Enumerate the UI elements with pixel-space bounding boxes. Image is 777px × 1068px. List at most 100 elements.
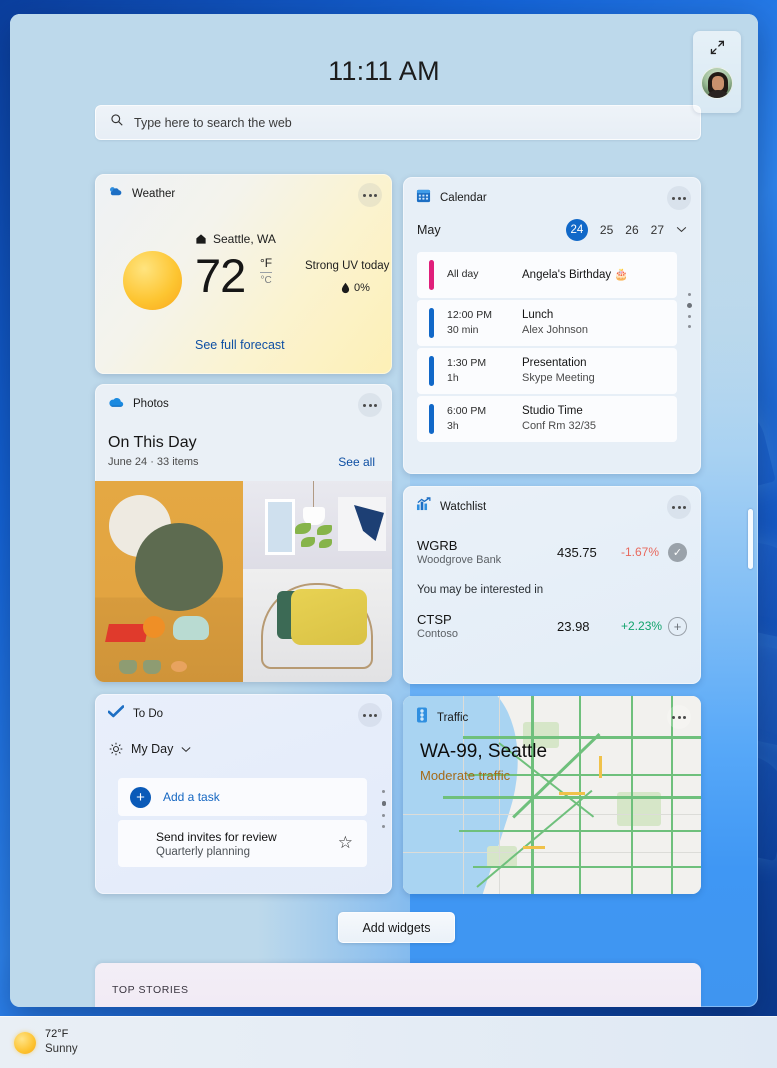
- stock-company: Contoso: [417, 628, 458, 640]
- widget-todo-title: To Do: [133, 708, 164, 720]
- chevron-down-icon: [181, 746, 191, 752]
- table-row[interactable]: 1:30 PM 1h Presentation Skype Meeting: [417, 348, 677, 394]
- search-placeholder: Type here to search the web: [134, 115, 292, 130]
- widgets-panel: 11:11 AM Type here to search the web Wea…: [10, 14, 758, 1007]
- calendar-event-list: All day Angela's Birthday 🎂 12:00 PM 30 …: [417, 252, 677, 442]
- clock: 11:11 AM: [328, 56, 440, 86]
- top-stories-label: TOP STORIES: [112, 984, 189, 996]
- check-icon[interactable]: ✓: [668, 542, 687, 562]
- weather-uv-text: Strong UV today: [305, 260, 390, 272]
- weather-precipitation: 0%: [341, 282, 370, 294]
- taskbar-weather-widget[interactable]: 72°F Sunny: [0, 1017, 92, 1068]
- search-input[interactable]: Type here to search the web: [95, 105, 701, 140]
- sun-icon: [14, 1031, 36, 1054]
- traffic-route: WA-99, Seattle: [420, 741, 548, 762]
- table-row[interactable]: 6:00 PM 3h Studio Time Conf Rm 32/35: [417, 396, 677, 442]
- widget-watchlist-header: Watchlist: [403, 486, 701, 516]
- table-row[interactable]: 12:00 PM 30 min Lunch Alex Johnson: [417, 300, 677, 346]
- expand-diagonal-icon[interactable]: [709, 39, 726, 61]
- taskbar-temperature: 72°F: [45, 1028, 69, 1041]
- widget-photos-header: Photos: [95, 384, 392, 413]
- watchlist-note: You may be interested in: [417, 584, 544, 596]
- widget-traffic[interactable]: Traffic WA-99, Seattle Moderate traffic: [403, 696, 701, 894]
- top-stories-section[interactable]: TOP STORIES: [95, 963, 701, 1007]
- search-icon: [110, 113, 124, 132]
- widget-photos-title: Photos: [133, 398, 169, 410]
- taskbar: 72°F Sunny: [0, 1016, 777, 1068]
- droplet-icon: [341, 282, 350, 294]
- taskbar-condition: Sunny: [45, 1043, 78, 1056]
- weather-temperature: 72: [195, 249, 246, 302]
- chevron-down-icon[interactable]: [676, 225, 687, 236]
- add-task-button[interactable]: + Add a task: [118, 778, 367, 816]
- weather-location: Seattle, WA: [195, 232, 276, 246]
- plus-circle-icon: +: [130, 786, 151, 808]
- event-time: 1:30 PM 1h: [447, 356, 487, 384]
- weather-location-label: Seattle, WA: [213, 232, 276, 246]
- list-item[interactable]: Send invites for review Quarterly planni…: [118, 820, 367, 867]
- calendar-more-options-icon[interactable]: [667, 186, 691, 210]
- widget-watchlist[interactable]: Watchlist WGRB Woodgrove Bank 435.75 -1.…: [403, 486, 701, 684]
- widget-calendar-title: Calendar: [440, 192, 487, 204]
- calendar-day-selector[interactable]: 24 25 26 27: [565, 219, 687, 241]
- todo-list-name: My Day: [131, 742, 174, 756]
- avatar[interactable]: [701, 67, 733, 99]
- widget-weather[interactable]: Weather Seattle, WA 72 °F °C Strong UV t…: [95, 174, 392, 374]
- table-row[interactable]: CTSP Contoso 23.98 +2.23% +: [417, 612, 687, 640]
- table-row[interactable]: All day Angela's Birthday 🎂: [417, 252, 677, 298]
- widget-traffic-title: Traffic: [437, 711, 469, 724]
- weather-precip-value: 0%: [354, 282, 370, 294]
- todo-list-selector[interactable]: My Day: [109, 742, 191, 756]
- widget-calendar-header: Calendar: [403, 177, 701, 208]
- calendar-page-indicator[interactable]: [687, 293, 692, 328]
- onedrive-cloud-icon: [108, 395, 124, 413]
- traffic-status: Moderate traffic: [420, 768, 511, 783]
- photo-thumbnail[interactable]: [95, 481, 243, 682]
- table-row[interactable]: WGRB Woodgrove Bank 435.75 -1.67% ✓: [417, 538, 687, 566]
- partly-cloudy-icon: [108, 185, 123, 203]
- widget-traffic-header: Traffic: [403, 696, 701, 728]
- weather-more-options-icon[interactable]: [358, 183, 382, 207]
- calendar-day-24[interactable]: 24: [565, 219, 588, 241]
- calendar-day-26[interactable]: 26: [625, 223, 638, 237]
- plus-icon[interactable]: +: [668, 616, 687, 636]
- stock-company: Woodgrove Bank: [417, 554, 502, 566]
- traffic-more-options-icon[interactable]: [667, 705, 691, 729]
- widget-todo-header: To Do: [95, 694, 392, 723]
- todo-more-options-icon[interactable]: [358, 703, 382, 727]
- stocks-chart-icon: [416, 497, 431, 516]
- event-color-bar: [429, 260, 434, 290]
- widget-photos[interactable]: Photos On This Day June 24 · 33 items Se…: [95, 384, 392, 682]
- photos-see-all-link[interactable]: See all: [338, 455, 375, 469]
- weather-unit-f: °F: [260, 256, 273, 270]
- event-time: All day: [447, 268, 479, 281]
- task-title: Send invites for review: [156, 829, 277, 844]
- add-task-label: Add a task: [163, 790, 220, 804]
- watchlist-more-options-icon[interactable]: [667, 495, 691, 519]
- todo-page-indicator[interactable]: [381, 790, 386, 828]
- event-time: 12:00 PM 30 min: [447, 308, 492, 336]
- event-color-bar: [429, 308, 434, 338]
- widget-todo[interactable]: To Do My Day + Add a task Send invites f…: [95, 694, 392, 894]
- calendar-day-25[interactable]: 25: [600, 223, 613, 237]
- widget-weather-title: Weather: [132, 188, 176, 200]
- stock-price: 23.98: [557, 618, 590, 634]
- weather-forecast-link[interactable]: See full forecast: [195, 338, 285, 352]
- calendar-day-27[interactable]: 27: [651, 223, 664, 237]
- calendar-icon: [416, 188, 431, 208]
- stock-change: +2.23%: [621, 619, 663, 633]
- weather-unit-toggle[interactable]: °F °C: [260, 256, 273, 286]
- widget-calendar[interactable]: Calendar May 24 25 26 27 All day Angela'…: [403, 177, 701, 474]
- photos-subtitle: June 24 · 33 items: [108, 456, 199, 468]
- stock-symbol: WGRB: [417, 538, 458, 553]
- stock-symbol: CTSP: [417, 612, 452, 627]
- photo-thumbnail[interactable]: [243, 569, 392, 682]
- event-color-bar: [429, 356, 434, 386]
- panel-scrollbar[interactable]: [748, 509, 753, 569]
- add-widgets-button[interactable]: Add widgets: [338, 912, 455, 943]
- photos-more-options-icon[interactable]: [358, 393, 382, 417]
- weather-unit-c: °C: [260, 275, 272, 286]
- sun-icon: [109, 742, 123, 756]
- photo-thumbnail[interactable]: [243, 481, 392, 569]
- star-outline-icon[interactable]: ☆: [338, 833, 353, 853]
